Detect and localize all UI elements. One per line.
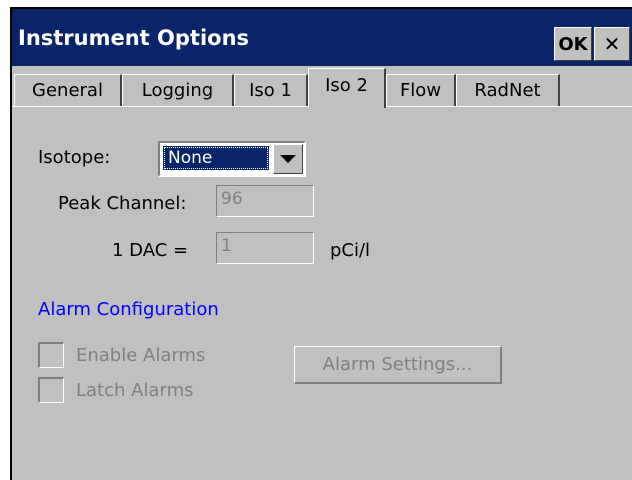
tab-general[interactable]: General bbox=[14, 74, 122, 106]
close-icon[interactable]: ✕ bbox=[594, 27, 630, 61]
tab-radnet[interactable]: RadNet bbox=[456, 74, 560, 106]
instrument-options-dialog: Instrument Options OK ✕ General Logging … bbox=[10, 7, 632, 480]
dac-unit-label: pCi/l bbox=[330, 240, 371, 261]
tab-logging[interactable]: Logging bbox=[122, 74, 234, 106]
latch-alarms-label: Latch Alarms bbox=[76, 379, 194, 401]
dac-field[interactable]: 1 bbox=[216, 232, 314, 264]
enable-alarms-label: Enable Alarms bbox=[76, 344, 206, 366]
ok-button[interactable]: OK bbox=[554, 27, 592, 61]
isotope-label: Isotope: bbox=[38, 147, 111, 168]
isotope-dropdown[interactable]: None bbox=[158, 141, 306, 177]
tab-strip: General Logging Iso 1 Iso 2 Flow RadNet bbox=[12, 68, 632, 108]
peak-channel-label: Peak Channel: bbox=[58, 193, 187, 214]
alarm-configuration-heading: Alarm Configuration bbox=[38, 299, 219, 320]
tab-flow[interactable]: Flow bbox=[386, 74, 456, 106]
latch-alarms-checkbox[interactable]: Latch Alarms bbox=[38, 376, 193, 404]
window-title: Instrument Options bbox=[18, 26, 250, 50]
enable-alarms-box[interactable] bbox=[38, 342, 64, 368]
tab-iso-1[interactable]: Iso 1 bbox=[234, 74, 308, 106]
isotope-selected-value: None bbox=[163, 146, 269, 170]
enable-alarms-checkbox[interactable]: Enable Alarms bbox=[38, 341, 205, 369]
latch-alarms-box[interactable] bbox=[38, 377, 64, 403]
alarm-settings-button[interactable]: Alarm Settings... bbox=[294, 346, 502, 384]
dac-label: 1 DAC = bbox=[112, 240, 189, 261]
tab-iso-2[interactable]: Iso 2 bbox=[308, 68, 386, 108]
chevron-down-icon bbox=[280, 155, 296, 163]
title-bar: Instrument Options OK ✕ bbox=[12, 9, 632, 66]
dropdown-button[interactable] bbox=[273, 144, 303, 174]
peak-channel-field[interactable]: 96 bbox=[216, 185, 314, 217]
